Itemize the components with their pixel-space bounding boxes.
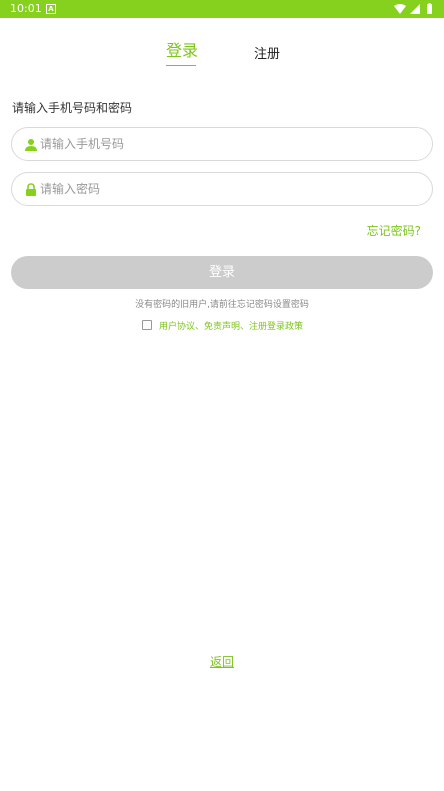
tab-register[interactable]: 注册	[254, 44, 280, 66]
password-input[interactable]	[40, 173, 420, 205]
tab-login[interactable]: 登录	[166, 40, 198, 62]
tab-active-indicator	[166, 65, 196, 66]
status-icons	[394, 3, 436, 15]
signal-icon	[410, 4, 420, 14]
wifi-icon	[394, 4, 406, 14]
back-link[interactable]: 返回	[0, 653, 444, 670]
login-button[interactable]: 登录	[11, 256, 433, 289]
forgot-password-link[interactable]: 忘记密码?	[367, 222, 421, 239]
password-field[interactable]	[11, 172, 433, 206]
notification-icon: A	[46, 4, 56, 14]
agreement-link[interactable]: 用户协议、免责声明、注册登录政策	[159, 319, 303, 332]
agreement-checkbox[interactable]	[142, 320, 152, 330]
login-screen: 10:01 A 登录 注册 请输入手机号码和密码 请输入手机号码 忘记密码? 登…	[0, 0, 444, 791]
user-icon	[24, 137, 38, 151]
lock-icon	[24, 182, 38, 196]
form-section-label: 请输入手机号码和密码	[12, 101, 133, 115]
status-time: 10:01	[10, 2, 42, 15]
phone-input[interactable]	[40, 128, 420, 160]
old-user-hint: 没有密码的旧用户,请前往忘记密码设置密码	[135, 300, 309, 310]
phone-field[interactable]	[11, 127, 433, 161]
status-bar: 10:01 A	[0, 0, 444, 18]
battery-icon	[427, 3, 432, 14]
